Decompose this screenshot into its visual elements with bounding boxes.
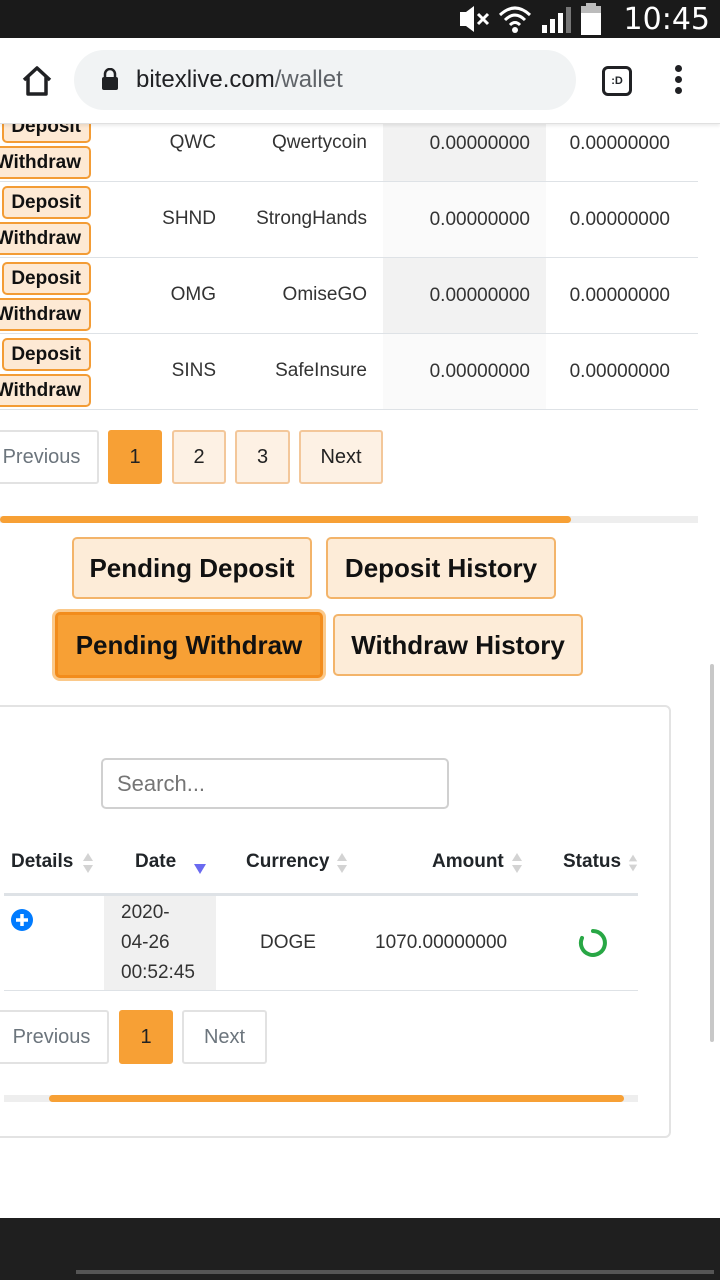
page-1-button[interactable]: 1: [108, 430, 162, 484]
table-previous-page-button[interactable]: Previous: [0, 1010, 109, 1064]
wallet-scroll-thumb[interactable]: [0, 516, 571, 523]
tab-pending-deposit[interactable]: Pending Deposit: [72, 537, 312, 599]
lock-icon: [102, 68, 118, 90]
withdraw-button[interactable]: Withdraw: [0, 146, 91, 179]
menu-dot-icon: [674, 76, 682, 83]
column-header-currency[interactable]: Currency: [246, 851, 329, 873]
coin-available: 0.00000000: [569, 285, 670, 306]
previous-page-button[interactable]: Previous: [0, 430, 99, 484]
wifi-icon: [498, 6, 532, 33]
coin-balance: 0.00000000: [383, 258, 546, 333]
coin-balance: 0.00000000: [383, 124, 546, 181]
browser-toolbar: bitexlive.com/wallet :D: [0, 38, 720, 124]
tab-withdraw-history[interactable]: Withdraw History: [333, 614, 583, 676]
wallet-row: Deposit Withdraw OMG OmiseGO 0.00000000 …: [0, 258, 698, 334]
coin-available: 0.00000000: [569, 361, 670, 382]
url-text: bitexlive.com/wallet: [136, 66, 343, 94]
navigation-bar: [0, 1218, 720, 1280]
status-icons: [456, 3, 602, 35]
withdraw-date-line2: 04-26: [121, 932, 170, 953]
sort-icon[interactable]: [511, 851, 523, 875]
wallet-row: Deposit Withdraw QWC Qwertycoin 0.000000…: [0, 124, 698, 182]
url-path: /wallet: [274, 66, 343, 93]
table-next-page-button[interactable]: Next: [182, 1010, 267, 1064]
expand-details-icon[interactable]: [10, 908, 34, 932]
coin-symbol: SINS: [171, 360, 216, 381]
deposit-button[interactable]: Deposit: [2, 262, 91, 295]
menu-dot-icon: [674, 87, 682, 94]
sort-icon[interactable]: [82, 851, 94, 875]
column-header-amount[interactable]: Amount: [432, 851, 504, 873]
coin-balance: 0.00000000: [383, 334, 546, 409]
column-header-status[interactable]: Status: [563, 851, 621, 873]
table-scroll-thumb[interactable]: [49, 1095, 624, 1102]
home-icon: [22, 66, 52, 96]
overflow-menu-button[interactable]: [666, 62, 690, 100]
tab-pending-withdraw[interactable]: Pending Withdraw: [55, 612, 323, 678]
url-bar[interactable]: bitexlive.com/wallet: [74, 50, 576, 110]
next-page-button[interactable]: Next: [299, 430, 383, 484]
battery-icon: [581, 3, 601, 35]
deposit-button[interactable]: Deposit: [2, 338, 91, 371]
deposit-button[interactable]: Deposit: [2, 186, 91, 219]
withdraw-button[interactable]: Withdraw: [0, 374, 91, 407]
coin-name: OmiseGO: [282, 284, 367, 305]
url-domain: bitexlive.com: [136, 66, 275, 93]
clock: 10:45: [623, 2, 710, 37]
status-bar: 10:45: [0, 0, 720, 38]
coin-symbol: SHND: [162, 208, 216, 229]
gesture-handle[interactable]: [76, 1270, 714, 1274]
page-3-button[interactable]: 3: [235, 430, 290, 484]
withdraw-date-line1: 2020-: [121, 902, 170, 923]
page-2-button[interactable]: 2: [172, 430, 226, 484]
deposit-button[interactable]: Deposit: [2, 124, 91, 143]
sort-icon[interactable]: [336, 851, 348, 875]
withdraw-button[interactable]: Withdraw: [0, 222, 91, 255]
page-scrollbar[interactable]: [710, 664, 714, 1042]
wallet-row: Deposit Withdraw SHND StrongHands 0.0000…: [0, 182, 698, 258]
tab-switcher-button[interactable]: :D: [602, 66, 632, 96]
mute-icon: [460, 6, 490, 32]
sort-desc-icon[interactable]: [194, 858, 206, 882]
table-header-divider: [4, 893, 638, 896]
tab-deposit-history[interactable]: Deposit History: [326, 537, 556, 599]
coin-symbol: OMG: [170, 284, 216, 305]
coin-balance: 0.00000000: [383, 182, 546, 257]
withdraw-date-line3: 00:52:45: [121, 962, 195, 983]
coin-name: Qwertycoin: [271, 132, 367, 153]
table-row-divider: [4, 990, 638, 991]
column-header-details[interactable]: Details: [11, 851, 73, 873]
withdraw-currency: DOGE: [260, 932, 316, 953]
coin-available: 0.00000000: [569, 133, 670, 154]
coin-symbol: QWC: [169, 132, 216, 153]
page-content: Deposit Withdraw QWC Qwertycoin 0.000000…: [0, 124, 720, 1218]
coin-available: 0.00000000: [569, 209, 670, 230]
spinner-icon: [578, 929, 607, 957]
sort-icon[interactable]: [628, 851, 638, 875]
signal-icon: [542, 7, 571, 33]
coin-name: StrongHands: [256, 208, 367, 229]
withdraw-button[interactable]: Withdraw: [0, 298, 91, 331]
wallet-row: Deposit Withdraw SINS SafeInsure 0.00000…: [0, 334, 698, 410]
coin-name: SafeInsure: [275, 360, 367, 381]
search-input[interactable]: [101, 758, 449, 809]
column-header-date[interactable]: Date: [135, 851, 176, 873]
withdraw-amount: 1070.00000000: [375, 932, 508, 953]
table-page-1-button[interactable]: 1: [119, 1010, 173, 1064]
menu-dot-icon: [674, 65, 682, 72]
home-button[interactable]: [18, 62, 56, 100]
